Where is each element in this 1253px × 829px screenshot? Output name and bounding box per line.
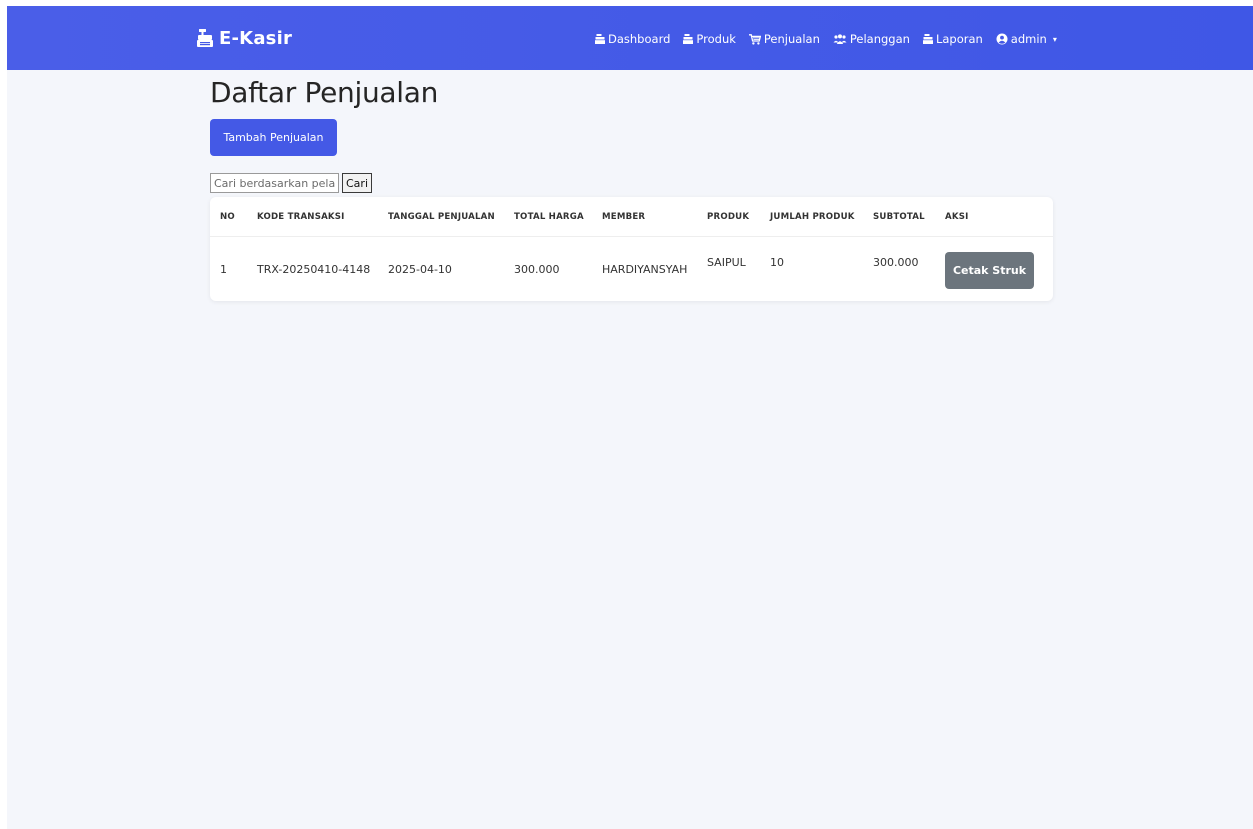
cell-kode: TRX-20250410-4148 [257, 263, 371, 276]
header-total: TOTAL HARGA [514, 212, 584, 222]
header-produk: PRODUK [707, 212, 750, 222]
page-title: Daftar Penjualan [210, 76, 439, 109]
cell-total: 300.000 [514, 263, 560, 276]
brand-name: E-Kasir [219, 27, 293, 49]
add-sale-button[interactable]: Tambah Penjualan [210, 119, 337, 156]
brand[interactable]: E-Kasir [197, 25, 292, 51]
header-jumlah: JUMLAH PRODUK [770, 212, 855, 222]
user-circle-icon [996, 33, 1008, 45]
nav-dashboard[interactable]: Dashboard [595, 32, 670, 46]
cell-member: HARDIYANSYAH [602, 263, 688, 276]
cell-produk: SAIPUL [707, 256, 746, 269]
nav-laporan-label: Laporan [935, 32, 983, 46]
search-button[interactable]: Cari [342, 173, 372, 193]
navbar: E-Kasir Dashboard Produk Penjualan Pelan… [7, 6, 1253, 70]
nav-admin-label: admin [1010, 32, 1047, 46]
nav-produk[interactable]: Produk [683, 32, 736, 46]
cell-no: 1 [220, 263, 227, 276]
cell-tanggal: 2025-04-10 [388, 263, 452, 276]
cash-register-icon [922, 34, 933, 44]
header-tanggal: TANGGAL PENJUALAN [388, 212, 495, 222]
header-subtotal: SUBTOTAL [873, 212, 925, 222]
sales-table: NO KODE TRANSAKSI TANGGAL PENJUALAN TOTA… [210, 197, 1053, 301]
header-kode: KODE TRANSAKSI [257, 212, 345, 222]
chevron-down-icon: ▾ [1052, 34, 1057, 44]
header-member: MEMBER [602, 212, 646, 222]
header-no: NO [220, 212, 235, 222]
search-form: Cari [210, 172, 372, 194]
nav-admin-dropdown[interactable]: admin ▾ [996, 32, 1057, 46]
cash-register-icon [595, 34, 605, 44]
nav-penjualan[interactable]: Penjualan [748, 32, 820, 46]
search-input[interactable] [210, 173, 339, 193]
app-window: E-Kasir Dashboard Produk Penjualan Pelan… [7, 6, 1253, 829]
nav-pelanggan[interactable]: Pelanggan [833, 32, 910, 46]
cash-register-icon [197, 29, 213, 47]
nav-produk-label: Produk [696, 32, 736, 46]
cell-subtotal: 300.000 [873, 256, 919, 269]
header-aksi: AKSI [945, 212, 969, 222]
cell-jumlah: 10 [770, 256, 784, 269]
print-receipt-button[interactable]: Cetak Struk [945, 252, 1034, 289]
users-icon [833, 34, 847, 44]
shopping-cart-icon [748, 33, 761, 45]
nav-dashboard-label: Dashboard [608, 32, 671, 46]
nav-penjualan-label: Penjualan [763, 32, 820, 46]
nav-laporan[interactable]: Laporan [922, 32, 983, 46]
nav-menu: Dashboard Produk Penjualan Pelanggan Lap… [595, 30, 1057, 48]
nav-pelanggan-label: Pelanggan [849, 32, 910, 46]
cash-register-icon [683, 34, 694, 44]
header-divider [210, 236, 1053, 237]
